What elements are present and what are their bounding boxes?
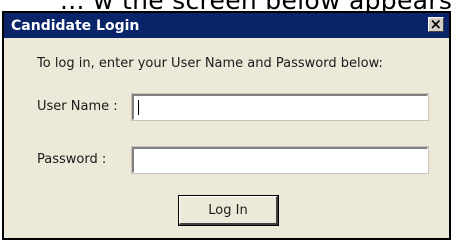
dialog-title-bar[interactable]: Candidate Login [4,13,449,38]
dialog-title: Candidate Login [11,17,140,34]
screenshot-page: ... w the screen below appears, Candidat… [0,0,453,240]
user-name-label: User Name : [37,99,118,114]
close-button[interactable] [428,17,444,32]
user-name-input[interactable] [131,93,429,121]
login-instructions: To log in, enter your User Name and Pass… [37,56,383,71]
log-in-button-label: Log In [208,202,248,218]
password-input[interactable] [131,146,429,174]
text-cursor [138,100,139,115]
close-x-icon [431,19,441,29]
log-in-button[interactable]: Log In [178,195,279,226]
password-label: Password : [37,152,107,167]
candidate-login-dialog: Candidate Login To log in, enter your Us… [2,11,451,240]
